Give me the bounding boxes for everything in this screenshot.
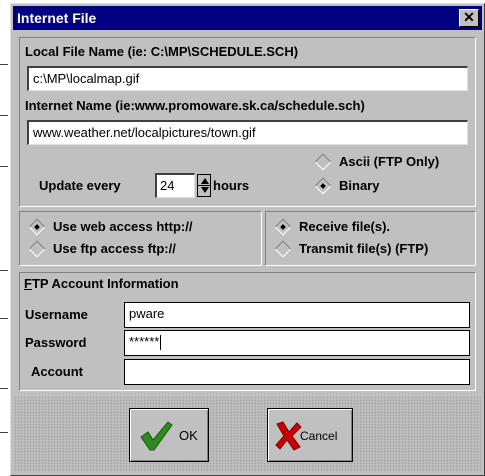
transmit-radio[interactable]: Transmit file(s) (FTP) — [274, 240, 429, 258]
account-input[interactable] — [124, 359, 470, 385]
background-tick — [0, 115, 8, 116]
spin-divider — [198, 185, 210, 186]
spin-up-icon — [201, 178, 209, 184]
ftp-access-radio[interactable]: Use ftp access ftp:// — [28, 240, 176, 258]
binary-radio[interactable]: Binary — [314, 177, 380, 195]
username-input[interactable]: pware — [124, 302, 470, 328]
background-tick — [0, 388, 8, 389]
radio-selected-icon — [274, 218, 292, 236]
ascii-radio-label: Ascii (FTP Only) — [339, 154, 440, 169]
ftp-access-label: Use ftp access ftp:// — [53, 241, 176, 256]
internet-name-input[interactable]: www.weather.net/localpictures/town.gif — [27, 120, 468, 145]
local-file-label: Local File Name (ie: C:\MP\SCHEDULE.SCH) — [25, 44, 299, 59]
cancel-button[interactable]: Cancel — [267, 408, 353, 462]
background-tick — [0, 270, 8, 271]
close-button[interactable]: ✕ — [459, 9, 479, 27]
radio-selected-icon — [314, 177, 332, 195]
cancel-label: Cancel — [300, 429, 338, 443]
ftp-header-accel: F — [24, 276, 32, 291]
ascii-radio[interactable]: Ascii (FTP Only) — [314, 153, 440, 171]
radio-indicator-icon — [28, 240, 46, 258]
background-tick — [0, 64, 8, 65]
internet-file-dialog: Internet File ✕ Local File Name (ie: C:\… — [10, 3, 485, 476]
title-bar: Internet File ✕ — [13, 6, 482, 30]
internet-name-label: Internet Name (ie:www.promoware.sk.ca/sc… — [25, 98, 365, 113]
receive-radio[interactable]: Receive file(s). — [274, 218, 391, 236]
background-tick — [0, 318, 8, 319]
button-bar — [14, 396, 481, 472]
close-icon: ✕ — [463, 9, 475, 25]
radio-indicator-icon — [274, 240, 292, 258]
background-tick — [0, 166, 8, 167]
checkmark-icon — [140, 421, 173, 451]
update-every-label: Update every — [39, 178, 121, 193]
username-label: Username — [25, 307, 88, 322]
ftp-account-header: FTP Account Information — [24, 276, 179, 291]
transmit-label: Transmit file(s) (FTP) — [299, 241, 429, 256]
update-unit-label: hours — [213, 178, 250, 193]
ftp-header-text: TP Account Information — [31, 276, 179, 291]
account-label: Account — [31, 364, 83, 379]
password-value: ****** — [129, 334, 160, 349]
spin-down-icon — [201, 187, 209, 193]
text-cursor — [160, 335, 162, 351]
ok-label: OK — [179, 428, 198, 443]
update-interval-input[interactable]: 24 — [155, 173, 195, 198]
ok-button[interactable]: OK — [129, 408, 209, 462]
interval-spinner[interactable] — [197, 174, 211, 197]
web-access-radio[interactable]: Use web access http:// — [28, 218, 193, 236]
password-input[interactable]: ****** — [124, 330, 470, 356]
web-access-label: Use web access http:// — [53, 219, 193, 234]
background-desktop — [0, 0, 9, 476]
receive-label: Receive file(s). — [299, 219, 391, 234]
dialog-title: Internet File — [17, 10, 97, 26]
local-file-input[interactable]: c:\MP\localmap.gif — [27, 66, 468, 91]
radio-selected-icon — [28, 218, 46, 236]
password-label: Password — [25, 335, 87, 350]
radio-indicator-icon — [314, 153, 332, 171]
x-icon — [275, 421, 302, 451]
binary-radio-label: Binary — [339, 178, 380, 193]
background-tick — [0, 432, 8, 433]
